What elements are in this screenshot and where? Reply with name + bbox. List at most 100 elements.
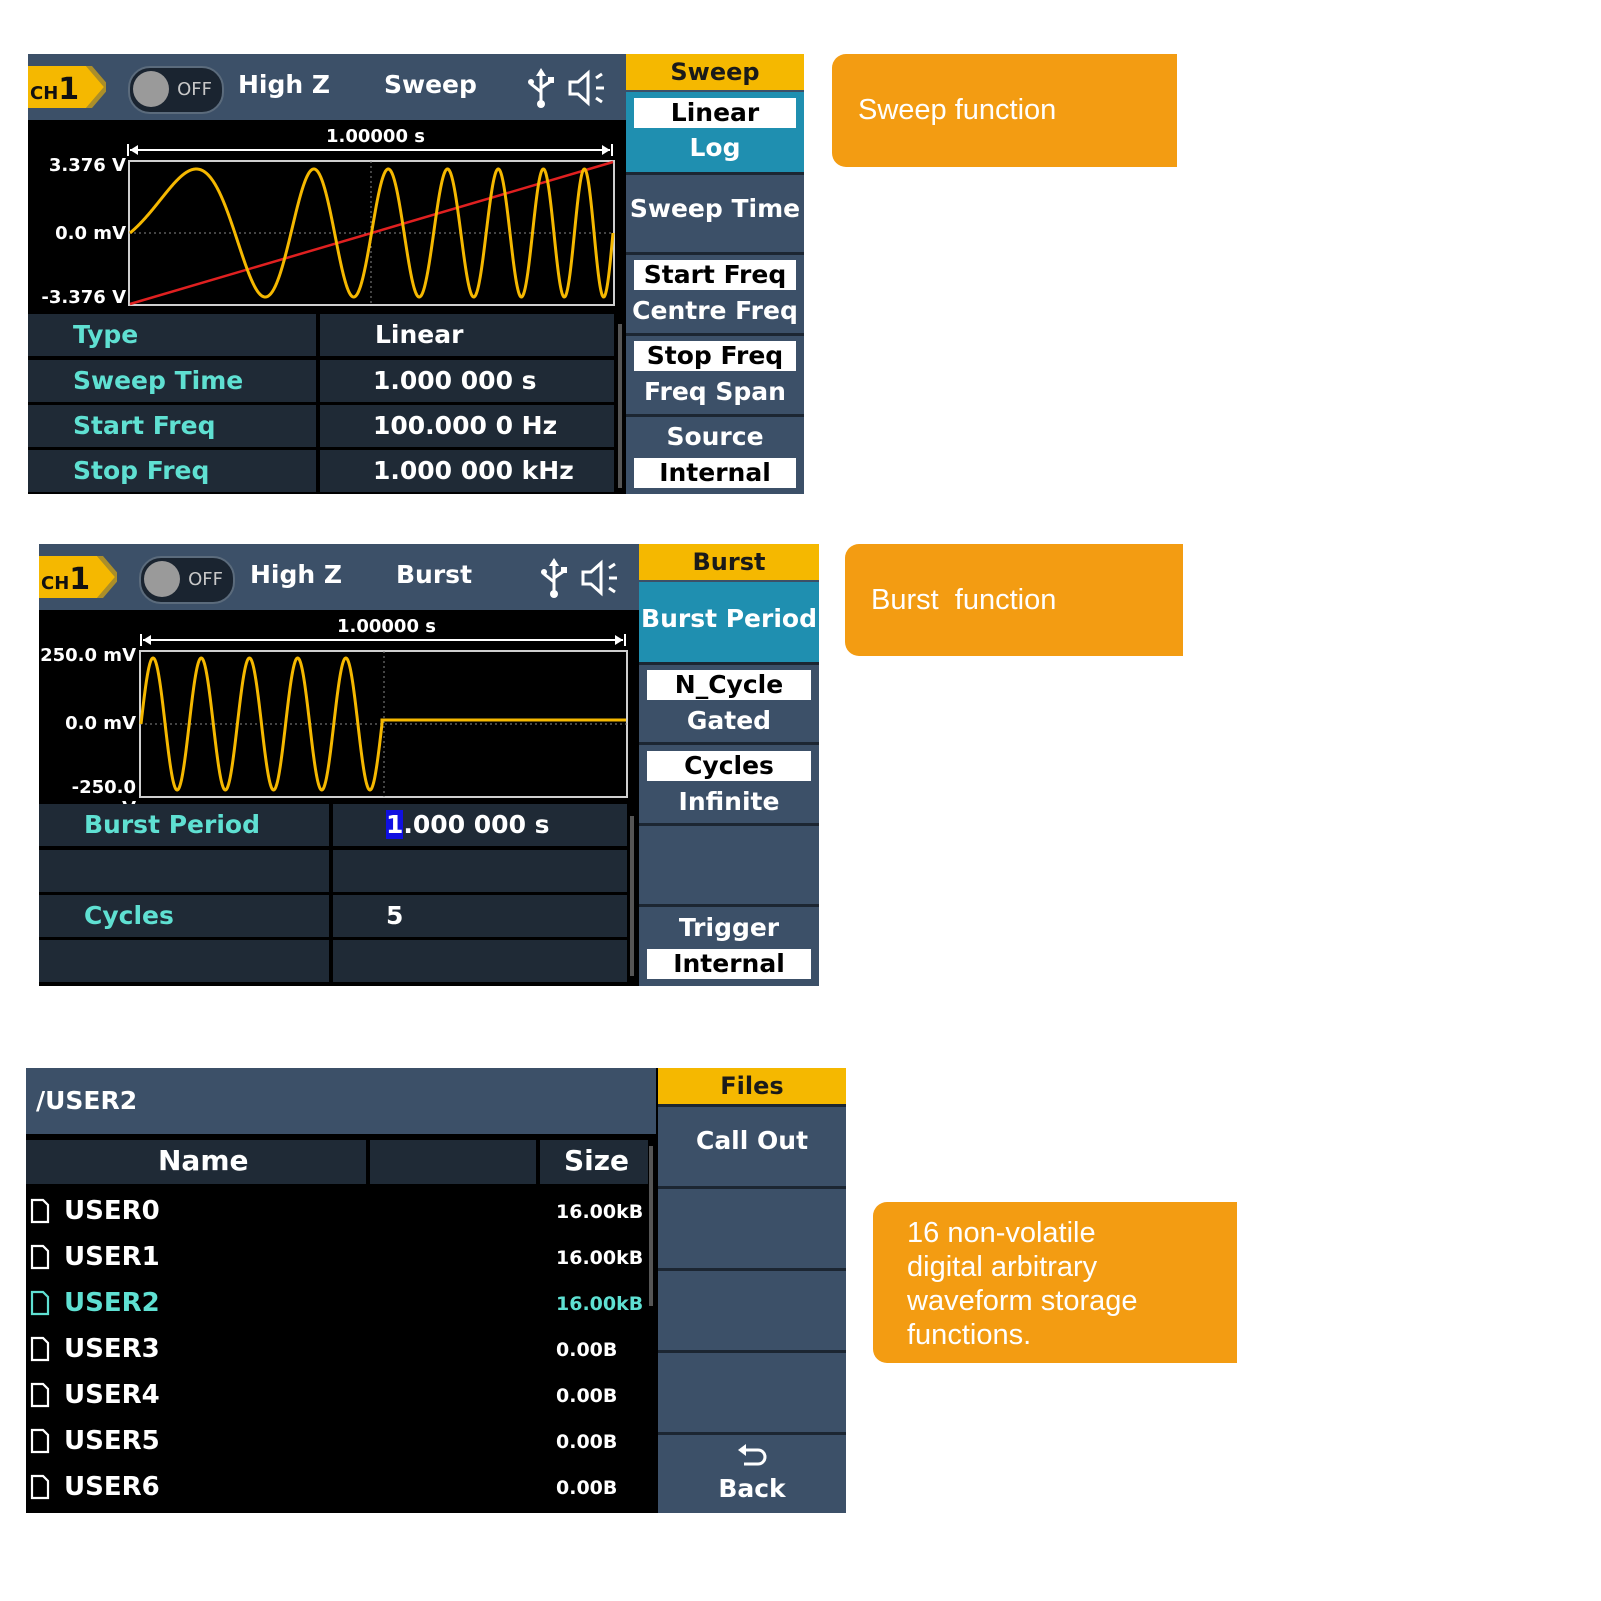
file-name: USER1 xyxy=(64,1242,160,1272)
file-icon xyxy=(30,1244,50,1270)
usb-icon xyxy=(528,68,554,108)
sweep-callout: Sweep function xyxy=(832,54,1177,167)
menu-option-selected[interactable]: Linear xyxy=(634,98,796,128)
param-row-stop-freq[interactable]: Stop Freq 1.000 000 kHz xyxy=(28,450,614,492)
file-name: USER2 xyxy=(64,1288,160,1318)
mode-label: Sweep xyxy=(384,70,477,99)
menu-title: Sweep xyxy=(626,54,804,90)
y-label-mid: 0.0 mV xyxy=(65,713,136,734)
file-size: 16.00kB xyxy=(556,1201,644,1223)
file-row[interactable]: USER3 0.00B xyxy=(26,1326,646,1372)
file-icon xyxy=(30,1428,50,1454)
param-row-start-freq[interactable]: Start Freq 100.000 0 Hz xyxy=(28,405,614,447)
param-row-type[interactable]: Type Linear xyxy=(28,314,614,356)
channel-label: CH1 xyxy=(30,72,80,107)
param-value: 1.000 000 s xyxy=(373,366,537,395)
sweep-status-bar: CH1 OFF High Z Sweep xyxy=(28,54,626,120)
burst-waveform-plot xyxy=(139,650,628,798)
channel-badge[interactable]: CH1 xyxy=(39,556,121,598)
param-row-burst-period[interactable]: Burst Period 1.000 000 s xyxy=(39,804,627,846)
menu-source-label[interactable]: Source xyxy=(626,422,804,451)
time-span-arrow xyxy=(127,144,613,156)
toggle-label: OFF xyxy=(188,569,223,590)
file-row[interactable]: USER6 0.00B xyxy=(26,1464,646,1510)
menu-source-value[interactable]: Internal xyxy=(634,458,796,488)
callout-text: 16 non-volatile digital arbitrary wavefo… xyxy=(907,1216,1138,1352)
param-row-sweep-time[interactable]: Sweep Time 1.000 000 s xyxy=(28,360,614,402)
file-row[interactable]: USER4 0.00B xyxy=(26,1372,646,1418)
menu-burst-period[interactable]: Burst Period xyxy=(639,582,819,662)
column-size[interactable]: Size xyxy=(564,1144,629,1177)
menu-trigger-value[interactable]: Internal xyxy=(647,949,811,979)
column-name[interactable]: Name xyxy=(158,1144,249,1177)
file-size: 0.00B xyxy=(556,1385,618,1407)
sweep-screen: CH1 OFF High Z Sweep 1.00000 s 3.376 V 0… xyxy=(28,54,804,494)
file-scrollbar[interactable] xyxy=(649,1146,653,1306)
impedance-label[interactable]: High Z xyxy=(250,560,342,589)
storage-callout: 16 non-volatile digital arbitrary wavefo… xyxy=(873,1202,1237,1363)
param-value[interactable]: 1.000 000 s xyxy=(386,810,550,839)
speaker-icon[interactable] xyxy=(579,558,621,598)
param-label: Type xyxy=(73,320,139,349)
callout-text: Burst function xyxy=(871,584,1057,616)
file-row[interactable]: USER1 16.00kB xyxy=(26,1234,646,1280)
param-value: 5 xyxy=(386,901,404,930)
speaker-icon[interactable] xyxy=(566,68,608,108)
toggle-knob xyxy=(133,71,169,107)
output-toggle[interactable]: OFF xyxy=(128,66,224,114)
time-span-arrow xyxy=(140,634,626,646)
edit-cursor-digit[interactable]: 1 xyxy=(386,810,404,839)
return-arrow-icon[interactable] xyxy=(736,1442,768,1468)
menu-title: Burst xyxy=(639,544,819,580)
callout-text: Sweep function xyxy=(858,94,1057,126)
menu-start-freq[interactable]: Start Freq xyxy=(634,260,796,290)
channel-badge[interactable]: CH1 xyxy=(28,66,110,108)
file-icon xyxy=(30,1336,50,1362)
param-scrollbar[interactable] xyxy=(630,816,634,976)
param-label: Sweep Time xyxy=(73,366,244,395)
menu-stop-freq[interactable]: Stop Freq xyxy=(634,341,796,371)
burst-menu: Burst Burst Period N_Cycle Gated Cycles … xyxy=(639,544,819,986)
file-icon xyxy=(30,1290,50,1316)
callout-line: digital arbitrary xyxy=(907,1251,1098,1283)
current-path: /USER2 xyxy=(36,1086,138,1115)
menu-option[interactable]: Log xyxy=(626,133,804,162)
param-label: Burst Period xyxy=(84,810,260,839)
param-value: 100.000 0 Hz xyxy=(373,411,558,440)
file-size: 0.00B xyxy=(556,1477,618,1499)
impedance-label[interactable]: High Z xyxy=(238,70,330,99)
callout-line: waveform storage xyxy=(907,1285,1138,1317)
menu-sweep-time[interactable]: Sweep Time xyxy=(626,194,804,223)
file-size: 0.00B xyxy=(556,1339,618,1361)
files-menu: Files Call Out Back xyxy=(658,1068,846,1513)
menu-trigger-label[interactable]: Trigger xyxy=(639,913,819,942)
file-name: USER3 xyxy=(64,1334,160,1364)
files-screen: /USER2 Name Size USER0 16.00kB USER1 16.… xyxy=(26,1068,846,1513)
channel-label: CH1 xyxy=(41,562,91,597)
menu-gated[interactable]: Gated xyxy=(639,706,819,735)
path-bar: /USER2 xyxy=(26,1068,656,1134)
file-row[interactable]: USER0 16.00kB xyxy=(26,1188,646,1234)
value-rest: .000 000 s xyxy=(403,810,550,839)
output-toggle[interactable]: OFF xyxy=(139,556,235,604)
menu-ncycle[interactable]: N_Cycle xyxy=(647,670,811,700)
y-label-top: 3.376 V xyxy=(48,155,126,176)
file-row-selected[interactable]: USER2 16.00kB xyxy=(26,1280,646,1326)
param-row-cycles[interactable]: Cycles 5 xyxy=(39,895,627,937)
param-label: Stop Freq xyxy=(73,456,210,485)
param-scrollbar[interactable] xyxy=(618,324,622,488)
menu-back[interactable]: Back xyxy=(658,1474,846,1503)
menu-freq-span[interactable]: Freq Span xyxy=(626,377,804,406)
menu-sweep-type[interactable]: Linear Log xyxy=(626,92,804,172)
menu-title: Files xyxy=(658,1068,846,1104)
param-label: Cycles xyxy=(84,901,174,930)
menu-infinite[interactable]: Infinite xyxy=(639,787,819,816)
burst-screen: CH1 OFF High Z Burst 1.00000 s 250.0 mV … xyxy=(39,544,819,986)
callout-line: functions. xyxy=(907,1319,1032,1351)
toggle-knob xyxy=(144,561,180,597)
menu-centre-freq[interactable]: Centre Freq xyxy=(626,296,804,325)
menu-cycles[interactable]: Cycles xyxy=(647,751,811,781)
file-size: 0.00B xyxy=(556,1431,618,1453)
file-row[interactable]: USER5 0.00B xyxy=(26,1418,646,1464)
menu-call-out[interactable]: Call Out xyxy=(658,1126,846,1155)
